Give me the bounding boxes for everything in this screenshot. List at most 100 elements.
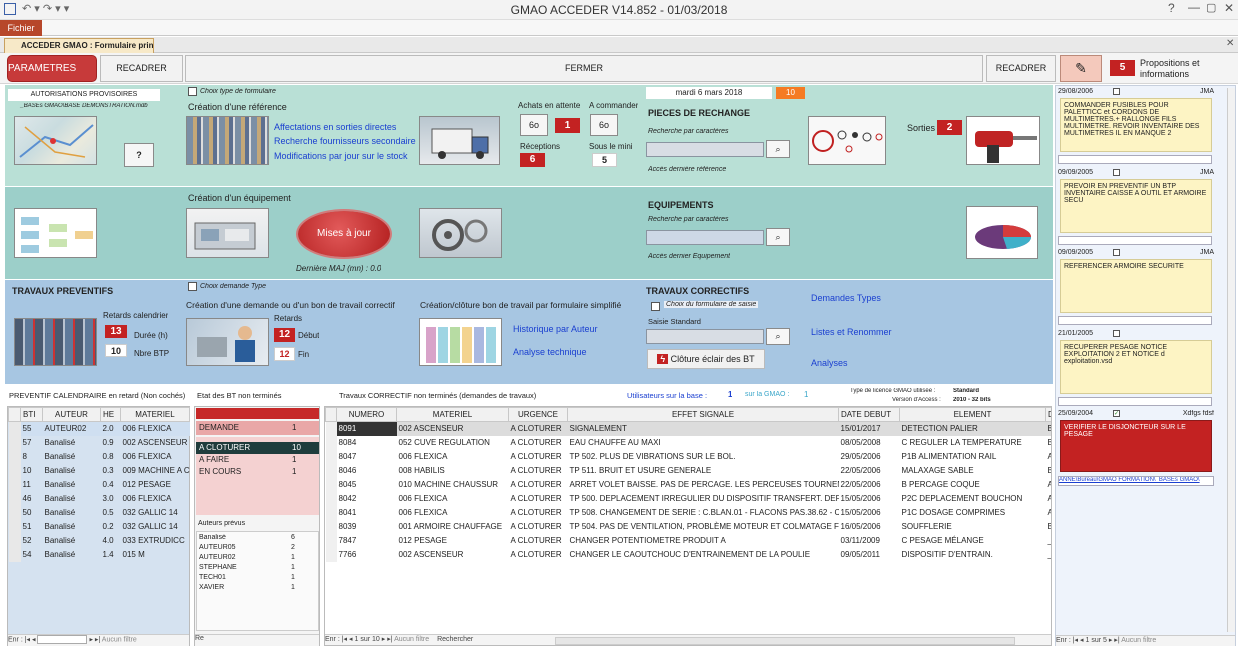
auteur-row[interactable]: Banalisé 6 [199, 534, 317, 544]
table-cell[interactable]: 8039 [337, 520, 397, 534]
table-cell[interactable]: TP 511. BRUIT ET USURE GENERALE [568, 464, 839, 478]
etat-bt-row[interactable]: A CLOTURER 10 [196, 442, 319, 454]
table-row[interactable]: 46 Banalisé 3.0 006 FLEXICA [8, 491, 190, 506]
note-body[interactable]: PREVOIR EN PREVENTIF UN BTP INVENTAIRE C… [1060, 179, 1212, 233]
auteur-row[interactable]: XAVIER 1 [199, 584, 317, 594]
table-cell[interactable]: 22/05/2006 [839, 464, 900, 478]
note-input[interactable] [1058, 155, 1212, 164]
table-cell[interactable]: C REGULER LA TEMPERATURE [900, 436, 1046, 450]
note-checkbox[interactable] [1113, 330, 1120, 337]
notes-path[interactable]: ANNE\Bureau\GMAO FORMATION\_BASEs GMAO\ [1058, 476, 1214, 486]
row-selector[interactable] [8, 477, 21, 492]
table-cell[interactable]: 03/11/2009 [839, 534, 900, 548]
table-cell[interactable]: P1C DOSAGE COMPRIMES [900, 506, 1046, 520]
table-cell[interactable]: 29/05/2006 [839, 450, 900, 464]
col-d[interactable]: D [1045, 407, 1051, 422]
table-cell[interactable]: 033 EXTRUDICC [121, 534, 190, 548]
note-checkbox[interactable] [1113, 169, 1120, 176]
table-cell[interactable]: SIGNALEMENT [568, 422, 839, 436]
correctif-search-button[interactable]: ⌕ [766, 328, 790, 345]
table-cell[interactable]: 8045 [337, 478, 397, 492]
edit-pencil-button[interactable]: ✎ [1060, 55, 1102, 82]
table-row[interactable]: 8042 006 FLEXICA A CLOTURER TP 500. DEPLACE… [325, 491, 1051, 506]
close-icon[interactable]: ✕ [1224, 1, 1234, 15]
recadrer-right-button[interactable]: RECADRER [986, 55, 1056, 82]
col-date[interactable]: DATE DEBUT [838, 407, 900, 422]
col-numero[interactable]: NUMERO [336, 407, 397, 422]
nav-last-icon[interactable]: ▸ ▸| [382, 636, 393, 643]
warehouse-image[interactable] [186, 116, 269, 165]
table-cell[interactable]: 032 GALLIC 14 [121, 506, 190, 520]
table-cell[interactable]: 010 MACHINE CHAUSSUR [397, 478, 509, 492]
table-cell[interactable]: 052 CUVE REGULATION [397, 436, 509, 450]
table-cell[interactable]: 8042 [337, 492, 397, 506]
col-auteur[interactable]: AUTEUR [42, 407, 101, 422]
table-cell[interactable]: 006 FLEXICA [397, 506, 509, 520]
table-cell[interactable]: 2.0 [101, 422, 121, 436]
table-cell[interactable]: Banalisé [43, 520, 101, 534]
table-cell[interactable]: A CLOTURER [509, 478, 568, 492]
table-cell[interactable]: ARRET VOLET BAISSE. PAS DE PERCAGE. LES … [568, 478, 839, 492]
table-cell[interactable]: 006 FLEXICA [121, 450, 190, 464]
table-row[interactable]: 8 Banalisé 0.8 006 FLEXICA [8, 449, 190, 464]
file-tab[interactable]: Fichier [0, 20, 42, 36]
table-cell[interactable]: 57 [21, 436, 43, 450]
table-row[interactable]: 51 Banalisé 0.2 032 GALLIC 14 [8, 519, 190, 534]
table-cell[interactable]: DISPOSITIF D'ENTRAIN. [900, 548, 1046, 562]
pieces-search-input[interactable] [646, 142, 764, 157]
table-cell[interactable]: 006 FLEXICA [121, 492, 190, 506]
link-fournisseurs[interactable]: Recherche fournisseurs secondaire [274, 136, 416, 146]
table-cell[interactable]: AUTEUR02 [43, 422, 101, 436]
nav-page[interactable]: 1 sur 5 [1085, 637, 1106, 644]
table-cell[interactable]: 006 FLEXICA [397, 450, 509, 464]
table-cell[interactable]: 006 FLEXICA [397, 492, 509, 506]
note-checkbox[interactable] [1113, 88, 1120, 95]
table-cell[interactable]: TP 502. PLUS DE VIBRATIONS SUR LE BOL. [568, 450, 839, 464]
link-historique[interactable]: Historique par Auteur [513, 324, 598, 334]
note-input[interactable] [1058, 397, 1212, 406]
help-button[interactable]: ? [124, 143, 154, 167]
row-selector[interactable] [325, 449, 337, 464]
note-body[interactable]: REFERENCER ARMOIRE SECURITE [1060, 259, 1212, 313]
table-cell[interactable]: C PESAGE MÉLANGE [900, 534, 1046, 548]
table-cell[interactable]: BA [1046, 436, 1052, 450]
table-cell[interactable]: A CLOTURER [509, 506, 568, 520]
note-body[interactable]: RECUPERER PESAGE NOTICE EXPLOITATION 2 E… [1060, 340, 1212, 394]
row-selector[interactable] [8, 533, 21, 548]
demande-row[interactable]: DEMANDE 1 [196, 421, 319, 435]
rechercher-field[interactable]: Rechercher [437, 636, 473, 643]
row-selector[interactable] [8, 463, 21, 478]
note-input[interactable] [1058, 316, 1212, 325]
note-body[interactable]: VERIFIER LE DISJONCTEUR SUR LE PESAGE [1060, 420, 1212, 472]
maximize-icon[interactable]: ▢ [1206, 1, 1216, 14]
table-cell[interactable]: P1B ALIMENTATION RAIL [900, 450, 1046, 464]
table-row[interactable]: 8046 008 HABILIS A CLOTURER TP 511. BRUIT E… [325, 463, 1051, 478]
col-he[interactable]: HE [100, 407, 121, 422]
link-modifications[interactable]: Modifications par jour sur le stock [274, 151, 408, 161]
col-urgence[interactable]: URGENCE [508, 407, 568, 422]
table-cell[interactable]: Banalisé [43, 450, 101, 464]
row-selector[interactable] [8, 435, 21, 450]
mises-a-jour-button[interactable]: Mises à jour [298, 211, 390, 257]
table-row[interactable]: 8045 010 MACHINE CHAUSSUR A CLOTURER ARRET … [325, 477, 1051, 492]
table-row[interactable]: 10 Banalisé 0.3 009 MACHINE A C [8, 463, 190, 478]
row-selector[interactable] [325, 421, 337, 436]
table-cell[interactable]: _E [1046, 534, 1052, 548]
pieces-search-button[interactable]: ⌕ [766, 140, 790, 158]
auteur-row[interactable]: AUTEUR02 1 [199, 554, 317, 564]
table-cell[interactable]: 09/05/2011 [839, 548, 900, 562]
row-selector[interactable] [325, 505, 337, 520]
row-selector[interactable] [8, 421, 21, 436]
table-cell[interactable]: Banalisé [43, 478, 101, 492]
table-cell[interactable]: 015 M [121, 548, 190, 562]
nofilter-label[interactable]: Aucun filtre [102, 636, 137, 643]
table-cell[interactable]: 46 [21, 492, 43, 506]
table-row[interactable]: 7847 012 PESAGE A CLOTURER CHANGER POTENTIO… [325, 533, 1052, 548]
table-cell[interactable]: A CLOTURER [509, 422, 568, 436]
table-cell[interactable]: 7847 [337, 534, 397, 548]
table-cell[interactable]: MALAXAGE SABLE [900, 464, 1046, 478]
table-cell[interactable]: 8046 [337, 464, 397, 478]
table-cell[interactable]: A CLOTURER [509, 464, 568, 478]
table-cell[interactable]: TP 508. CHANGEMENT DE SERIE : C.BLAN.01 … [568, 506, 839, 520]
table-cell[interactable]: 55 [21, 422, 43, 436]
